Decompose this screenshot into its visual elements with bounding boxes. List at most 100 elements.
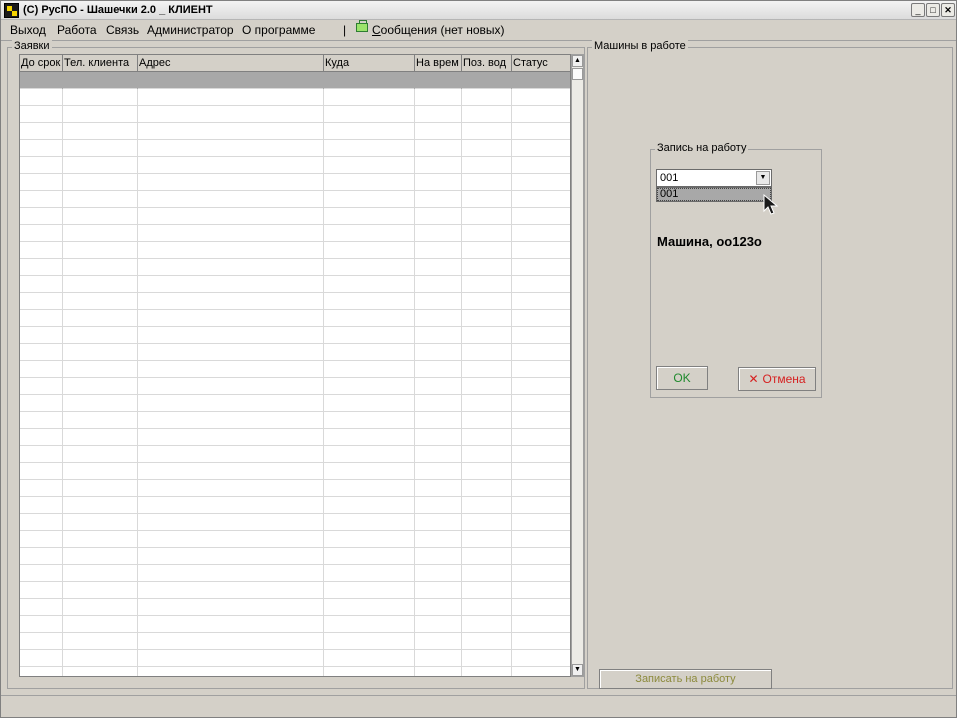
table-cell[interactable] xyxy=(138,582,324,599)
table-cell[interactable] xyxy=(462,157,512,174)
table-cell[interactable] xyxy=(462,310,512,327)
table-cell[interactable] xyxy=(512,361,570,378)
table-cell[interactable] xyxy=(512,497,570,514)
table-cell[interactable] xyxy=(512,395,570,412)
table-row[interactable] xyxy=(20,633,570,650)
table-cell[interactable] xyxy=(462,667,512,676)
scroll-down-icon[interactable]: ▼ xyxy=(572,664,583,676)
table-cell[interactable] xyxy=(415,378,462,395)
table-cell[interactable] xyxy=(512,225,570,242)
table-cell[interactable] xyxy=(324,412,415,429)
menu-about[interactable]: О программе xyxy=(242,23,315,37)
table-cell[interactable] xyxy=(20,582,63,599)
table-cell[interactable] xyxy=(462,616,512,633)
table-cell[interactable] xyxy=(138,191,324,208)
table-cell[interactable] xyxy=(20,242,63,259)
table-cell[interactable] xyxy=(138,174,324,191)
table-cell[interactable] xyxy=(63,225,138,242)
col-address[interactable]: Адрес xyxy=(138,55,324,72)
table-cell[interactable] xyxy=(462,463,512,480)
table-cell[interactable] xyxy=(512,565,570,582)
table-cell[interactable] xyxy=(63,327,138,344)
col-client-phone[interactable]: Тел. клиента xyxy=(63,55,138,72)
car-number-combo[interactable]: 001 ▼ xyxy=(656,169,772,187)
table-cell[interactable] xyxy=(324,208,415,225)
table-cell[interactable] xyxy=(63,446,138,463)
table-cell[interactable] xyxy=(63,429,138,446)
table-cell[interactable] xyxy=(462,276,512,293)
table-cell[interactable] xyxy=(63,293,138,310)
table-cell[interactable] xyxy=(415,123,462,140)
table-cell[interactable] xyxy=(512,548,570,565)
table-cell[interactable] xyxy=(138,514,324,531)
table-cell[interactable] xyxy=(415,565,462,582)
table-cell[interactable] xyxy=(20,327,63,344)
table-cell[interactable] xyxy=(512,310,570,327)
table-cell[interactable] xyxy=(462,361,512,378)
table-cell[interactable] xyxy=(20,89,63,106)
table-row[interactable] xyxy=(20,616,570,633)
table-cell[interactable] xyxy=(63,242,138,259)
table-cell[interactable] xyxy=(512,327,570,344)
table-row[interactable] xyxy=(20,565,570,582)
table-cell[interactable] xyxy=(324,650,415,667)
table-row[interactable] xyxy=(20,276,570,293)
table-cell[interactable] xyxy=(138,650,324,667)
table-cell[interactable] xyxy=(324,446,415,463)
table-cell[interactable] xyxy=(138,548,324,565)
table-cell[interactable] xyxy=(63,667,138,676)
col-on-time[interactable]: На врем xyxy=(415,55,462,72)
table-cell[interactable] xyxy=(138,378,324,395)
table-cell[interactable] xyxy=(20,174,63,191)
table-cell[interactable] xyxy=(462,412,512,429)
table-cell[interactable] xyxy=(63,89,138,106)
table-cell[interactable] xyxy=(512,378,570,395)
table-cell[interactable] xyxy=(415,225,462,242)
table-cell[interactable] xyxy=(63,378,138,395)
table-cell[interactable] xyxy=(20,361,63,378)
table-cell[interactable] xyxy=(20,259,63,276)
table-cell[interactable] xyxy=(324,310,415,327)
table-row[interactable] xyxy=(20,412,570,429)
table-cell[interactable] xyxy=(324,599,415,616)
table-cell[interactable] xyxy=(20,395,63,412)
table-cell[interactable] xyxy=(324,157,415,174)
table-cell[interactable] xyxy=(462,140,512,157)
table-cell[interactable] xyxy=(20,140,63,157)
table-cell[interactable] xyxy=(20,72,63,89)
table-cell[interactable] xyxy=(138,446,324,463)
table-cell[interactable] xyxy=(512,140,570,157)
table-cell[interactable] xyxy=(512,72,570,89)
table-cell[interactable] xyxy=(63,208,138,225)
table-cell[interactable] xyxy=(462,531,512,548)
table-cell[interactable] xyxy=(20,310,63,327)
col-driver-call[interactable]: Поз. вод xyxy=(462,55,512,72)
table-cell[interactable] xyxy=(324,225,415,242)
table-cell[interactable] xyxy=(415,106,462,123)
table-cell[interactable] xyxy=(462,327,512,344)
table-row[interactable] xyxy=(20,582,570,599)
table-row[interactable] xyxy=(20,310,570,327)
table-cell[interactable] xyxy=(63,259,138,276)
ok-button[interactable]: OK xyxy=(656,366,708,390)
table-cell[interactable] xyxy=(462,89,512,106)
table-cell[interactable] xyxy=(63,395,138,412)
table-cell[interactable] xyxy=(20,123,63,140)
table-cell[interactable] xyxy=(462,480,512,497)
table-cell[interactable] xyxy=(415,72,462,89)
table-cell[interactable] xyxy=(20,463,63,480)
table-cell[interactable] xyxy=(63,480,138,497)
table-cell[interactable] xyxy=(20,106,63,123)
table-cell[interactable] xyxy=(63,174,138,191)
table-row[interactable] xyxy=(20,599,570,616)
table-cell[interactable] xyxy=(512,242,570,259)
table-cell[interactable] xyxy=(324,259,415,276)
table-cell[interactable] xyxy=(20,378,63,395)
table-cell[interactable] xyxy=(20,497,63,514)
table-cell[interactable] xyxy=(324,667,415,676)
table-cell[interactable] xyxy=(20,412,63,429)
table-cell[interactable] xyxy=(415,242,462,259)
table-cell[interactable] xyxy=(415,361,462,378)
table-cell[interactable] xyxy=(138,463,324,480)
table-cell[interactable] xyxy=(63,599,138,616)
